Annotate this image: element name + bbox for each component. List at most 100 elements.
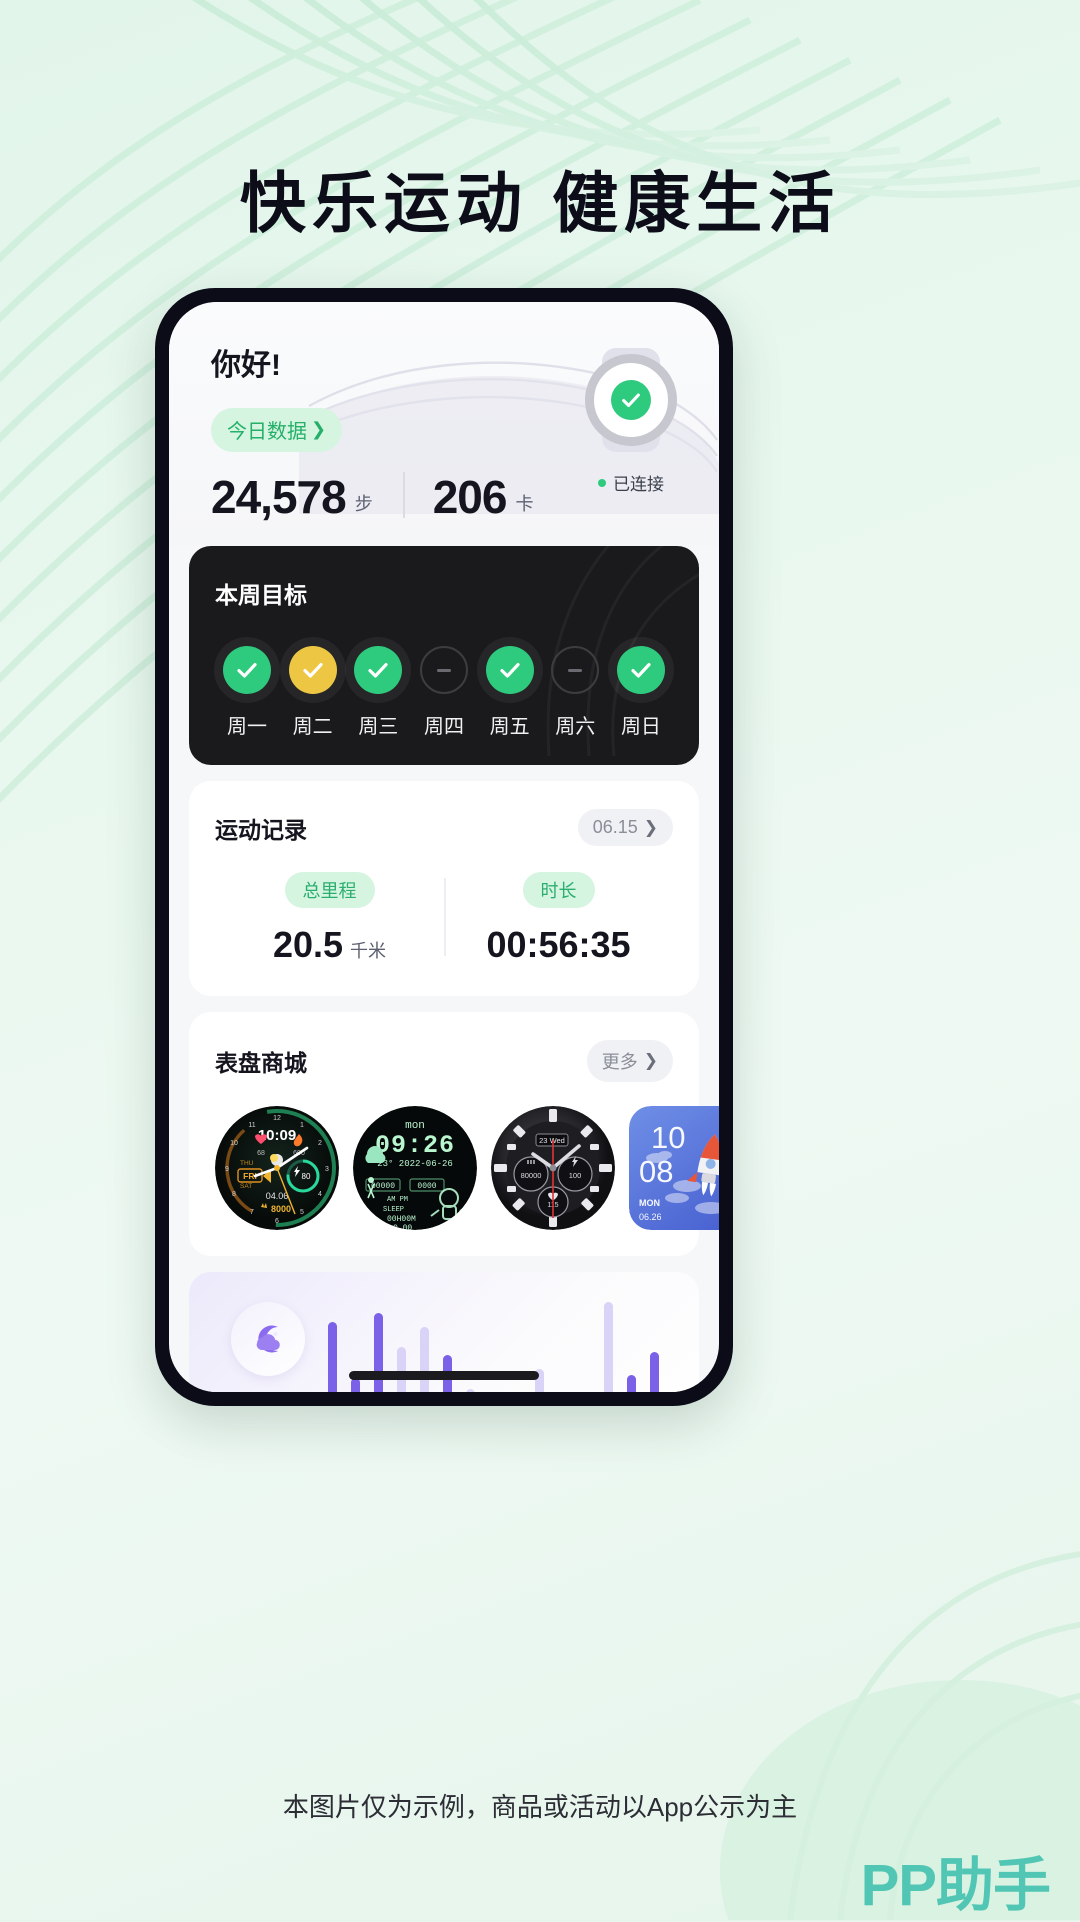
watchface-thumb-analog-dark-green[interactable]: 1212 345 678 91011 10:09 68 600 THUSAT	[215, 1106, 339, 1230]
goal-status-dash-icon	[419, 646, 468, 694]
goal-status-check-icon	[485, 646, 534, 694]
sleep-bar	[466, 1389, 475, 1392]
svg-text:1: 1	[300, 1122, 304, 1129]
watch-status-widget[interactable]: 已连接	[579, 348, 683, 495]
watch-band-icon	[585, 348, 677, 452]
calories-unit: 卡	[515, 494, 534, 514]
distance-value-row: 20.5 千米	[215, 924, 444, 966]
svg-text:23° 2022-06-26: 23° 2022-06-26	[377, 1159, 453, 1169]
dash-glyph	[436, 668, 451, 672]
sleep-bar	[604, 1302, 613, 1392]
sleep-bar	[650, 1352, 659, 1392]
chevron-right-icon: ❯	[311, 419, 327, 439]
goal-status-dash-icon	[551, 646, 600, 694]
goal-day-label: 周二	[292, 716, 333, 738]
dash-glyph	[568, 668, 583, 672]
svg-text:12: 12	[273, 1115, 281, 1122]
weekly-goal-card[interactable]: 本周目标 周一 周二 周三 周四 周五 周六 周日	[189, 546, 699, 765]
svg-text:SLEEP: SLEEP	[383, 1206, 404, 1214]
today-data-button[interactable]: 今日数据 ❯	[211, 408, 343, 452]
watchface-thumb-digital-lcd-astronaut[interactable]: mon 09:26 23° 2022-06-26 00000 0000 AM P…	[353, 1106, 477, 1230]
svg-text:23 Wed: 23 Wed	[539, 1136, 565, 1145]
svg-text:2: 2	[318, 1140, 322, 1147]
svg-text:00H00M: 00H00M	[387, 1215, 416, 1224]
svg-text:06.26: 06.26	[639, 1212, 662, 1222]
svg-text:8000: 8000	[271, 1204, 291, 1214]
store-more-label: 更多	[601, 1052, 638, 1072]
record-date-button[interactable]: 06.15 ❯	[577, 809, 673, 846]
pp-assistant-watermark: PP助手	[860, 1853, 1051, 1918]
goal-day[interactable]: 周四	[412, 646, 476, 739]
footer-note: 本图片仅为示例，商品或活动以App公示为主	[282, 1792, 798, 1822]
goal-day-label: 周六	[555, 716, 596, 738]
calories-value: 206	[432, 471, 508, 523]
page-headline: 快乐运动 健康生活	[239, 166, 841, 240]
goal-status-check-icon	[616, 646, 665, 694]
store-card-title: 表盘商城	[215, 1050, 307, 1076]
svg-text:10: 10	[651, 1120, 685, 1155]
goal-day[interactable]: 周日	[609, 646, 673, 739]
goal-card-title: 本周目标	[215, 582, 307, 608]
sleep-bar	[627, 1375, 636, 1392]
goal-day-label: 周四	[423, 716, 464, 738]
goal-day-label: 周日	[620, 716, 661, 738]
goal-day[interactable]: 周二	[281, 646, 345, 739]
duration-value: 00:56:35	[486, 924, 631, 965]
sleep-bar	[374, 1313, 383, 1392]
record-card-header: 运动记录 06.15 ❯	[215, 809, 673, 846]
distance-unit: 千米	[350, 941, 387, 961]
goal-status-check-icon	[288, 646, 337, 694]
watchface-thumb-chronograph-steel[interactable]: 23 Wed 80000 100 115	[491, 1106, 615, 1230]
sleep-summary: 7时45分 总时长	[215, 1302, 314, 1392]
connection-status-label: 已连接	[613, 475, 664, 494]
goal-day[interactable]: 周三	[346, 646, 410, 739]
svg-text:5: 5	[300, 1209, 304, 1216]
sleep-bar	[397, 1347, 406, 1392]
record-metrics: 总里程 20.5 千米 时长 00:56:35	[215, 872, 673, 966]
moon-cloud-icon	[231, 1302, 305, 1376]
goal-day[interactable]: 周一	[215, 646, 279, 739]
svg-text:SAT: SAT	[240, 1183, 252, 1190]
svg-text:04.06: 04.06	[266, 1191, 289, 1201]
home-indicator	[349, 1371, 539, 1380]
distance-tag: 总里程	[284, 872, 375, 908]
svg-text:AM PM: AM PM	[387, 1196, 408, 1204]
svg-text:68: 68	[257, 1150, 265, 1157]
svg-text:80: 80	[302, 1172, 311, 1181]
calories-stat: 206 卡	[433, 474, 534, 520]
distance-metric: 总里程 20.5 千米	[215, 872, 444, 966]
phone-mockup: 你好! 今日数据 ❯ 24,578 步 206 卡 已连接 本周目标 周一 周二…	[155, 288, 733, 1406]
svg-text:MON: MON	[639, 1198, 660, 1208]
svg-text:00000: 00000	[371, 1182, 395, 1191]
watch-face-ring	[585, 354, 677, 446]
svg-text:4: 4	[318, 1191, 322, 1198]
svg-text:09:26: 09:26	[375, 1131, 455, 1160]
watchface-list: 1212 345 678 91011 10:09 68 600 THUSAT	[189, 1106, 719, 1230]
svg-text:0.00: 0.00	[393, 1224, 412, 1230]
duration-tag: 时长	[522, 872, 595, 908]
goal-days-row: 周一 周二 周三 周四 周五 周六 周日	[215, 646, 673, 739]
store-card-header: 表盘商城 更多 ❯	[189, 1040, 699, 1082]
goal-day[interactable]: 周六	[543, 646, 607, 739]
connection-status: 已连接	[579, 470, 683, 495]
chevron-right-icon: ❯	[643, 1051, 658, 1070]
sleep-bar	[420, 1327, 429, 1392]
steps-value: 24,578	[211, 471, 347, 523]
stats-divider	[402, 472, 405, 518]
watchface-thumb-rocket-blue[interactable]: 10 08 MON 06.26	[629, 1106, 719, 1230]
store-more-button[interactable]: 更多 ❯	[586, 1040, 673, 1082]
phone-screen: 你好! 今日数据 ❯ 24,578 步 206 卡 已连接 本周目标 周一 周二…	[169, 302, 719, 1392]
goal-day[interactable]: 周五	[478, 646, 542, 739]
exercise-record-card[interactable]: 运动记录 06.15 ❯ 总里程 20.5 千米 时长 00:56:35	[189, 781, 699, 996]
svg-text:3: 3	[325, 1166, 329, 1173]
duration-metric: 时长 00:56:35	[444, 872, 673, 966]
svg-text:100: 100	[569, 1171, 582, 1180]
svg-text:THU: THU	[240, 1160, 254, 1167]
svg-text:9: 9	[225, 1166, 229, 1173]
record-date-label: 06.15	[592, 817, 638, 837]
svg-text:7: 7	[250, 1209, 254, 1216]
svg-text:10: 10	[230, 1140, 238, 1147]
watchface-store-card[interactable]: 表盘商城 更多 ❯ 12 1 2 3 4 5 6 7 8 9 10 11 10:…	[189, 1012, 719, 1256]
svg-text:8: 8	[232, 1191, 236, 1198]
sleep-bar	[328, 1322, 337, 1392]
